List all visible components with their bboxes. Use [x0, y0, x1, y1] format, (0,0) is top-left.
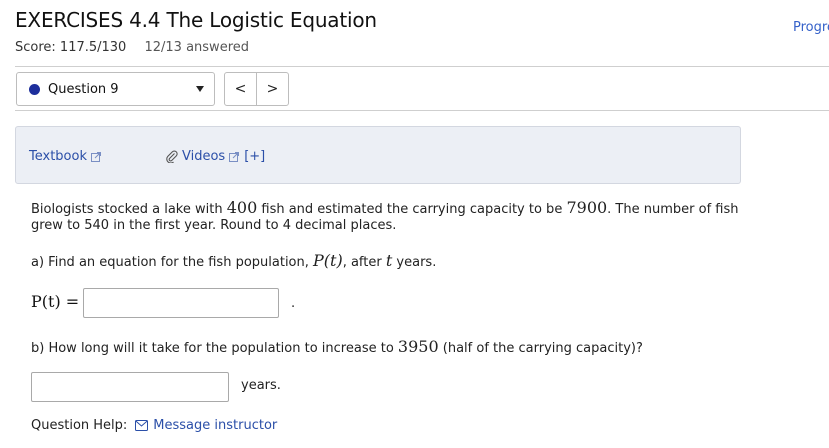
textbook-label: Textbook	[29, 149, 87, 164]
initial-fish-value: 400	[226, 198, 258, 217]
textbook-link[interactable]: Textbook	[29, 149, 101, 164]
answer-a-input[interactable]	[83, 288, 279, 318]
answer-a-lhs: P(t) =	[31, 292, 80, 311]
caret-down-icon	[196, 86, 204, 92]
videos-link[interactable]: Videos [+]	[166, 149, 265, 164]
divider-bottom	[15, 110, 829, 111]
prev-question-button[interactable]: <	[224, 72, 257, 106]
progress-link[interactable]: Progre	[793, 20, 829, 35]
part-a-text-1: a) Find an equation for the fish populat…	[31, 255, 314, 270]
videos-label: Videos	[182, 149, 226, 164]
mail-icon	[135, 420, 149, 431]
answered-count: 12/13 answered	[144, 40, 249, 55]
help-resources-box: Textbook Videos [+]	[15, 126, 741, 184]
answer-b-input[interactable]	[31, 372, 229, 402]
page-title: EXERCISES 4.4 The Logistic Equation	[15, 8, 377, 32]
part-b-text-1: b) How long will it take for the populat…	[31, 341, 398, 356]
external-link-icon	[229, 151, 240, 162]
score-line: Score: 117.5/130 12/13 answered	[15, 40, 249, 55]
external-link-icon	[90, 151, 101, 162]
problem-statement: Biologists stocked a lake with 400 fish …	[31, 200, 751, 234]
part-a-text-3: years.	[392, 255, 437, 270]
message-instructor-link[interactable]: Message instructor	[153, 418, 277, 433]
question-help: Question Help: Message instructor	[31, 418, 277, 433]
problem-text-2: fish and estimated the carrying capacity…	[257, 202, 567, 217]
question-select-label: Question 9	[48, 81, 119, 97]
carrying-capacity-value: 7900	[566, 198, 608, 217]
more-videos-link[interactable]: [+]	[244, 149, 265, 164]
score-text: Score: 117.5/130	[15, 40, 127, 55]
years-unit-label: years.	[241, 378, 281, 393]
answer-a-period: .	[291, 296, 296, 311]
part-b-text-2: (half of the carrying capacity)?	[438, 341, 643, 356]
question-select[interactable]: Question 9	[16, 72, 215, 106]
paperclip-icon	[166, 150, 178, 163]
divider-top	[15, 66, 829, 67]
next-question-button[interactable]: >	[256, 72, 289, 106]
part-b-prompt: b) How long will it take for the populat…	[31, 337, 643, 356]
part-a-text-2: , after	[342, 255, 386, 270]
part-a-function: P(t)	[313, 251, 343, 270]
problem-text-1: Biologists stocked a lake with	[31, 202, 227, 217]
question-help-label: Question Help:	[31, 418, 128, 433]
half-capacity-value: 3950	[397, 337, 439, 356]
part-a-prompt: a) Find an equation for the fish populat…	[31, 251, 436, 270]
status-dot-icon	[29, 83, 40, 95]
